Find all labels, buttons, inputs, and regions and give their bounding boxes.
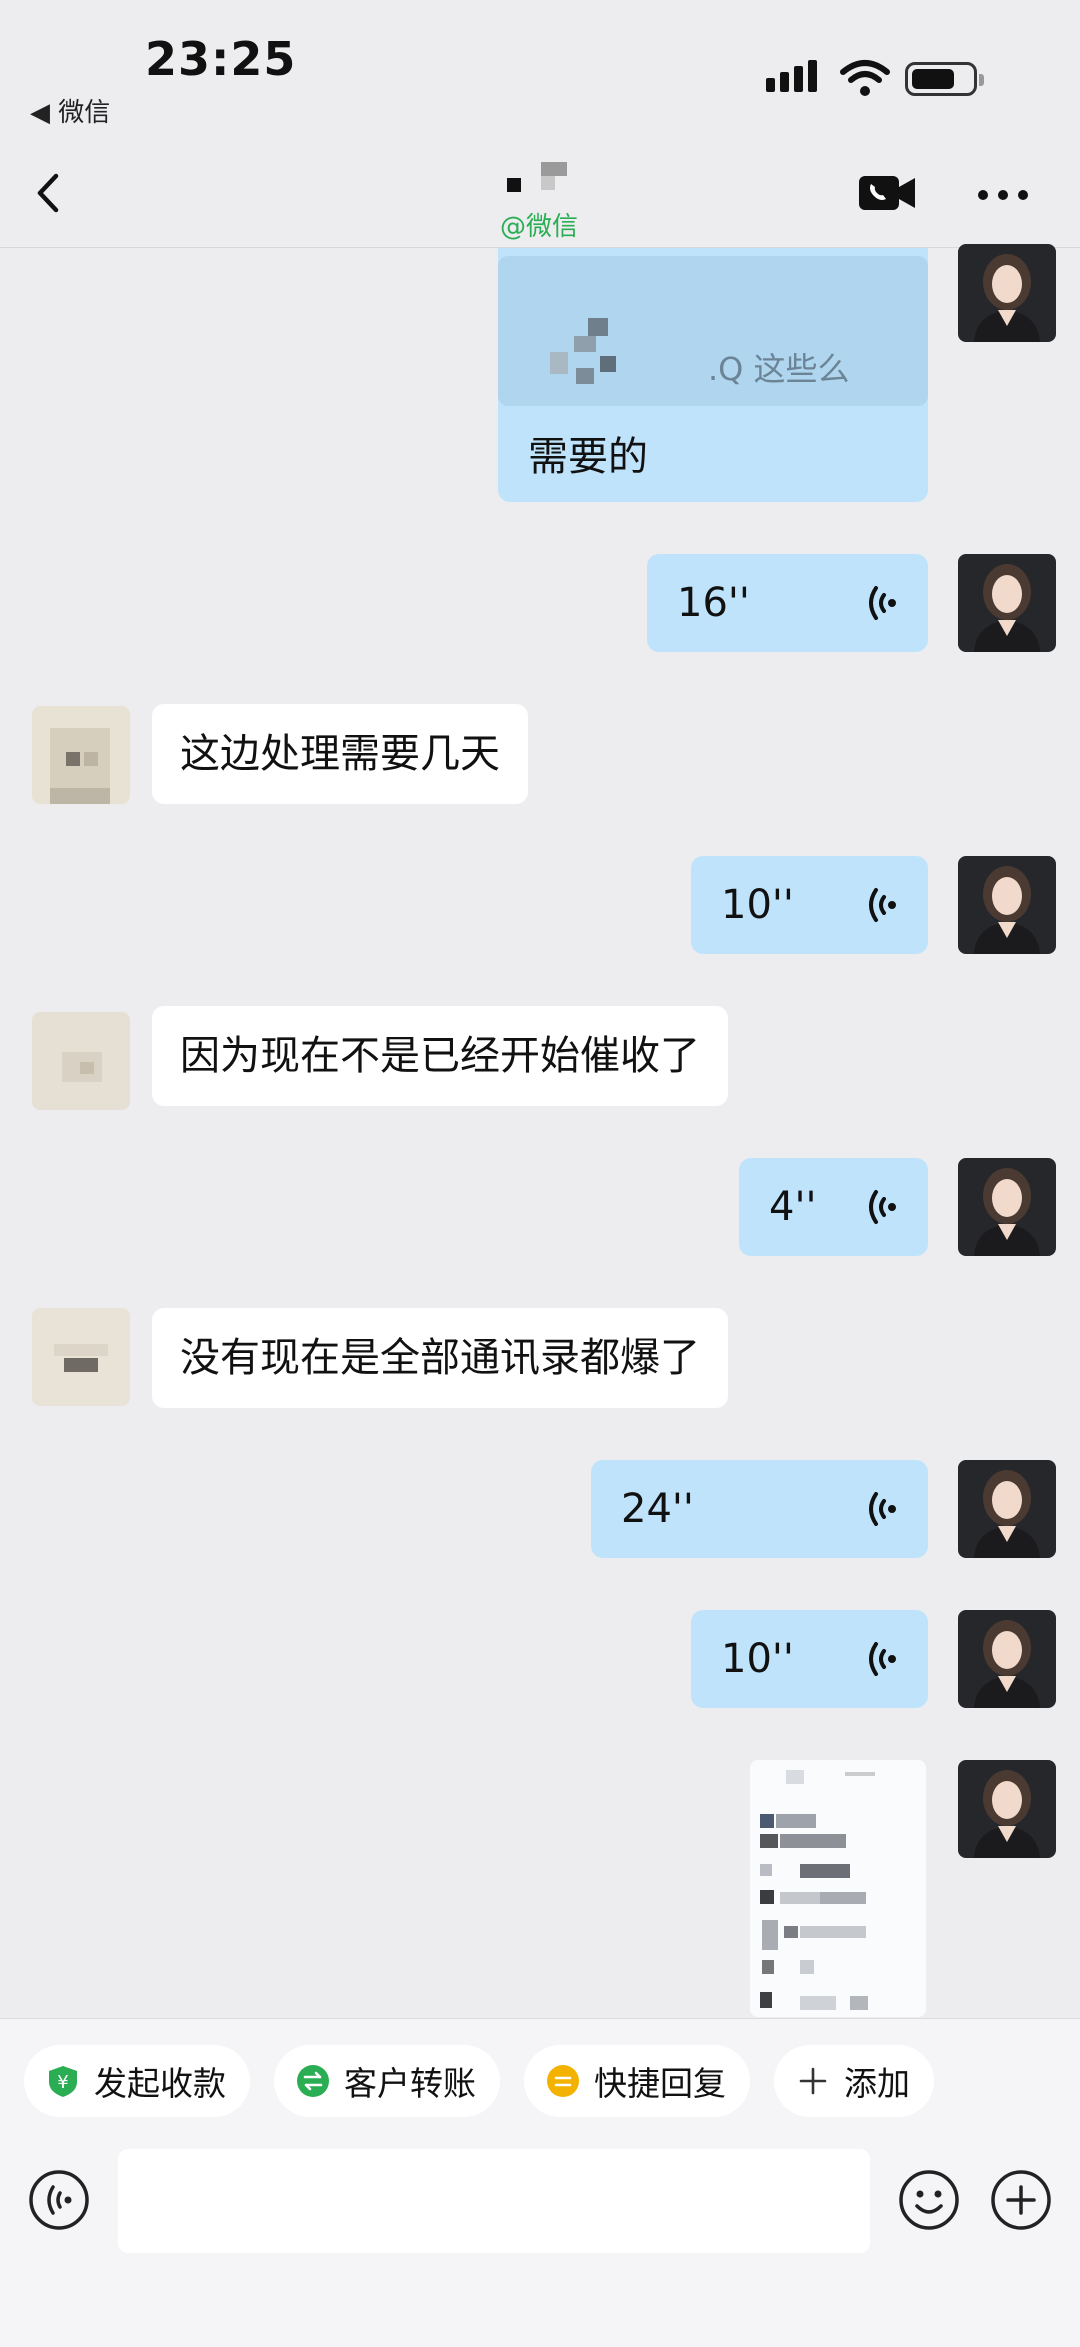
message-bubble[interactable]: 没有现在是全部通讯录都爆了 bbox=[152, 1308, 728, 1408]
shield-yuan-icon: ¥ bbox=[49, 2066, 77, 2097]
avatar[interactable] bbox=[958, 1610, 1056, 1708]
input-row bbox=[0, 2137, 1080, 2267]
avatar[interactable] bbox=[958, 554, 1056, 652]
voice-message-bubble[interactable]: 4'' bbox=[739, 1158, 928, 1256]
voice-wave-icon bbox=[869, 586, 896, 620]
battery-icon bbox=[905, 62, 984, 96]
chat-header: @微信 bbox=[0, 140, 1080, 248]
more-plus-icon[interactable] bbox=[990, 2169, 1052, 2231]
message-text: 因为现在不是已经开始催收了 bbox=[180, 1033, 700, 1079]
peer-avatar[interactable] bbox=[32, 1012, 130, 1110]
voice-wave-icon bbox=[869, 1492, 896, 1526]
contact-name-blurred bbox=[505, 162, 575, 200]
avatar[interactable] bbox=[958, 856, 1056, 954]
voice-message-bubble[interactable]: 24'' bbox=[591, 1460, 928, 1558]
quoted-content: .Q 这些么 bbox=[498, 256, 928, 406]
quick-reply-button[interactable]: 快捷回复 bbox=[524, 2045, 750, 2117]
message-text: 没有现在是全部通讯录都爆了 bbox=[180, 1335, 700, 1381]
video-call-icon[interactable] bbox=[858, 170, 918, 216]
transfer-icon bbox=[297, 2065, 329, 2097]
voice-wave-icon bbox=[869, 1190, 896, 1224]
wifi-icon bbox=[840, 60, 890, 96]
image-message-thumbnail[interactable] bbox=[750, 1760, 926, 2017]
chip-label: 发起收款 bbox=[94, 2064, 226, 2103]
chip-label: 快捷回复 bbox=[594, 2064, 726, 2103]
bottom-toolbar: ¥ 发起收款 客户转账 快捷回复 添加 bbox=[0, 2018, 1080, 2347]
svg-text:¥: ¥ bbox=[57, 2072, 68, 2093]
emoji-icon[interactable] bbox=[898, 2169, 960, 2231]
voice-duration: 10'' bbox=[721, 882, 794, 928]
message-bubble[interactable]: 这边处理需要几天 bbox=[152, 704, 528, 804]
avatar[interactable] bbox=[958, 244, 1056, 342]
voice-input-icon[interactable] bbox=[28, 2169, 90, 2231]
message-text: 需要的 bbox=[528, 434, 648, 480]
voice-message-bubble[interactable]: 10'' bbox=[691, 1610, 928, 1708]
avatar[interactable] bbox=[958, 1760, 1056, 1858]
blurred-screenshot-image bbox=[750, 1760, 926, 2017]
status-bar: 23:25 ◀ 微信 bbox=[0, 0, 1080, 140]
add-shortcut-button[interactable]: 添加 bbox=[774, 2045, 934, 2117]
voice-duration: 16'' bbox=[677, 580, 750, 626]
status-time: 23:25 bbox=[145, 32, 297, 86]
avatar[interactable] bbox=[958, 1158, 1056, 1256]
more-options-icon[interactable] bbox=[975, 180, 1031, 210]
voice-duration: 24'' bbox=[621, 1486, 694, 1532]
receive-payment-button[interactable]: ¥ 发起收款 bbox=[24, 2045, 250, 2117]
chip-label: 客户转账 bbox=[344, 2064, 476, 2103]
voice-duration: 10'' bbox=[721, 1636, 794, 1682]
avatar[interactable] bbox=[958, 1460, 1056, 1558]
voice-wave-icon bbox=[869, 888, 896, 922]
back-arrow-icon[interactable] bbox=[24, 168, 74, 218]
voice-wave-icon bbox=[869, 1642, 896, 1676]
peer-avatar[interactable] bbox=[32, 1308, 130, 1406]
voice-message-bubble[interactable]: 10'' bbox=[691, 856, 928, 954]
voice-duration: 4'' bbox=[769, 1184, 817, 1230]
quoted-blur-image bbox=[550, 318, 620, 388]
voice-message-bubble[interactable]: 16'' bbox=[647, 554, 928, 652]
quick-reply-icon bbox=[547, 2065, 579, 2097]
message-input[interactable] bbox=[118, 2149, 870, 2253]
quoted-text: .Q 这些么 bbox=[708, 350, 850, 388]
contact-source-label: @微信 bbox=[500, 212, 579, 242]
customer-transfer-button[interactable]: 客户转账 bbox=[274, 2045, 500, 2117]
plus-icon bbox=[799, 2067, 827, 2095]
chip-label: 添加 bbox=[844, 2064, 910, 2103]
back-to-app-link[interactable]: ◀ 微信 bbox=[30, 92, 110, 129]
message-text: 这边处理需要几天 bbox=[180, 731, 500, 777]
cellular-signal-icon bbox=[766, 60, 817, 92]
message-bubble[interactable]: 因为现在不是已经开始催收了 bbox=[152, 1006, 728, 1106]
peer-avatar[interactable] bbox=[32, 706, 130, 804]
